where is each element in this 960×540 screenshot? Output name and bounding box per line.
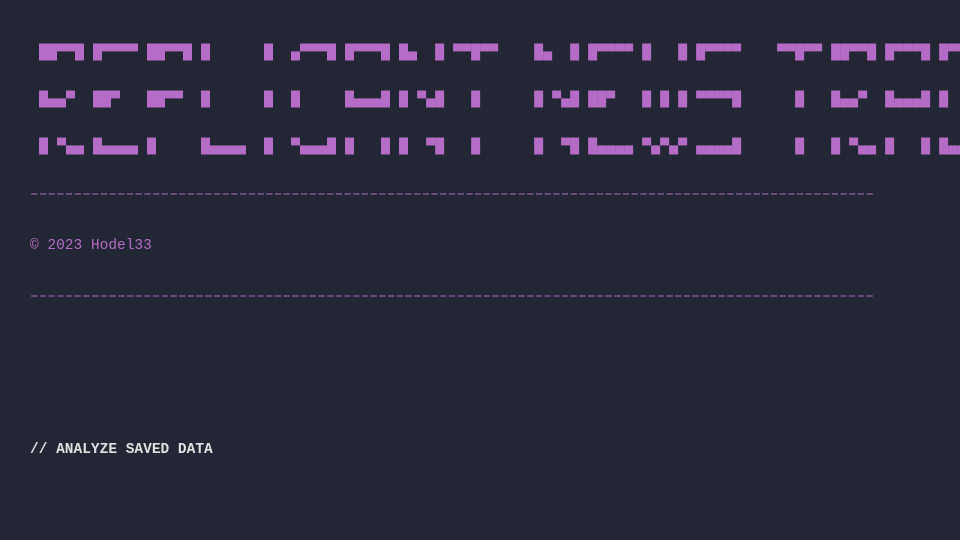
banner-rule-top: ––––––––––––––––––––––––––––––––––––––––… xyxy=(30,187,960,204)
copyright: © 2023 Hodel33 xyxy=(30,238,960,255)
terminal-output: ██▀▀█ █▀▀▀▀ ██▀▀█ █ █ ▄▀▀▀█ █▀▀▀█ █▄ █ ▀… xyxy=(0,0,960,540)
banner-rule-bottom: ––––––––––––––––––––––––––––––––––––––––… xyxy=(30,289,960,306)
banner-line-2: █▄▄▀ ██▀ ██▀▀ █ █ █ █▄▄▄█ █ ▀▄█ █ █ ▀▄█ … xyxy=(30,93,960,106)
section-header: // ANALYZE SAVED DATA xyxy=(30,442,960,459)
banner-line-1: ██▀▀█ █▀▀▀▀ ██▀▀█ █ █ ▄▀▀▀█ █▀▀▀█ █▄ █ ▀… xyxy=(30,46,960,59)
banner-line-3: █ ▀▄▄ █▄▄▄▄ █ █▄▄▄▄ █ ▀▄▄▄█ █ █ █ ▀█ █ █… xyxy=(30,140,960,153)
